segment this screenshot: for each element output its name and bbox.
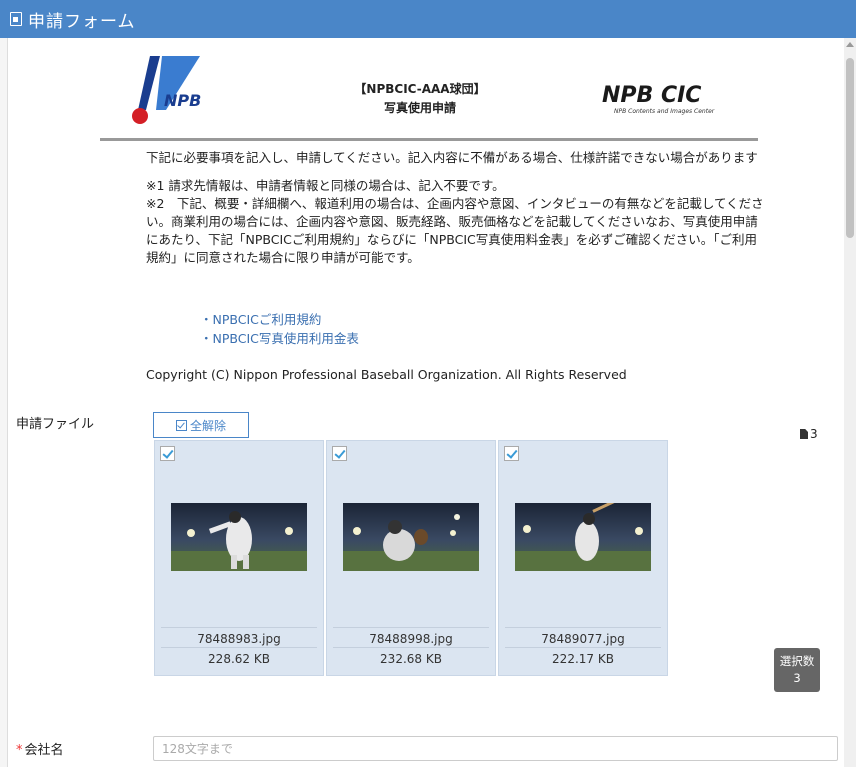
copyright-text: Copyright (C) Nippon Professional Baseba… [146, 367, 627, 382]
checkbox-icon [175, 419, 187, 431]
file-icon [800, 429, 808, 439]
form-title-line2: 写真使用申請 [383, 101, 456, 115]
form-header: NPB 【NPBCIC-AAA球団】 写真使用申請 NPB CIC NPB Co… [100, 48, 758, 141]
files-label: 申請ファイル [16, 417, 95, 432]
note-1: ※1 請求先情報は、申請者情報と同様の場合は、記入不要です。 [146, 178, 505, 193]
file-checkbox[interactable] [504, 446, 519, 461]
file-checkbox[interactable] [160, 446, 175, 461]
intro-paragraph: 下記に必要事項を記入し、申請してください。記入内容に不備がある場合、仕様許諾でき… [146, 150, 758, 165]
scrollbar-thumb[interactable] [846, 58, 854, 238]
file-card[interactable]: 78489077.jpg 222.17 KB [498, 440, 668, 676]
file-name: 78489077.jpg [505, 627, 661, 646]
photo-thumbnail [171, 503, 307, 571]
file-size: 222.17 KB [505, 647, 661, 666]
npb-cic-logo-subtext: NPB Contents and Images Center [614, 108, 715, 115]
vertical-scrollbar[interactable] [844, 38, 856, 767]
npb-logo: NPB [132, 56, 201, 124]
file-card[interactable]: 78488998.jpg 232.68 KB [326, 440, 496, 676]
photo-thumbnail [515, 503, 651, 571]
file-count: 3 [800, 427, 818, 441]
required-mark: * [16, 743, 23, 758]
file-name: 78488998.jpg [333, 627, 489, 646]
selected-count-value: 3 [793, 671, 801, 685]
company-label: * 会社名 [16, 739, 64, 758]
file-checkbox[interactable] [332, 446, 347, 461]
form-title: 【NPBCIC-AAA球団】 写真使用申請 [320, 80, 520, 118]
window-title: 申請フォーム [28, 11, 136, 32]
file-count-value: 3 [810, 427, 818, 441]
company-label-text: 会社名 [24, 743, 64, 758]
npb-logo-text: NPB [164, 91, 201, 110]
deselect-all-label: 全解除 [189, 418, 226, 433]
intro-text: 下記に必要事項を記入し、申請してください。記入内容に不備がある場合、仕様許諾でき… [146, 149, 766, 277]
form-title-line1: 【NPBCIC-AAA球団】 [354, 82, 486, 96]
note-2: ※2 下記、概要・詳細欄へ、報道利用の場合は、企画内容や意図、インタビューの有無… [146, 196, 764, 265]
file-card[interactable]: 78488983.jpg 228.62 KB [154, 440, 324, 676]
file-card-list: 78488983.jpg 228.62 KB 78488998.jpg 232.… [154, 440, 669, 676]
npb-cic-logo-text: NPB CIC [602, 83, 701, 108]
scroll-up-icon[interactable] [846, 42, 854, 47]
file-size: 232.68 KB [333, 647, 489, 666]
deselect-all-button[interactable]: 全解除 [153, 412, 249, 438]
selected-count-badge: 選択数 3 [774, 648, 820, 692]
company-name-input[interactable] [153, 736, 838, 761]
file-name: 78488983.jpg [161, 627, 317, 646]
photo-thumbnail [343, 503, 479, 571]
selected-count-label: 選択数 [779, 654, 815, 668]
terms-links: ・NPBCICご利用規約 ・NPBCIC写真使用利用金表 [200, 310, 359, 348]
terms-of-use-link[interactable]: ・NPBCICご利用規約 [200, 310, 359, 329]
left-frame [0, 38, 8, 767]
price-list-link[interactable]: ・NPBCIC写真使用利用金表 [200, 329, 359, 348]
npb-cic-logo: NPB CIC NPB Contents and Images Center [602, 83, 715, 115]
form-icon [10, 12, 22, 26]
file-size: 228.62 KB [161, 647, 317, 666]
title-bar: 申請フォーム [0, 0, 856, 38]
